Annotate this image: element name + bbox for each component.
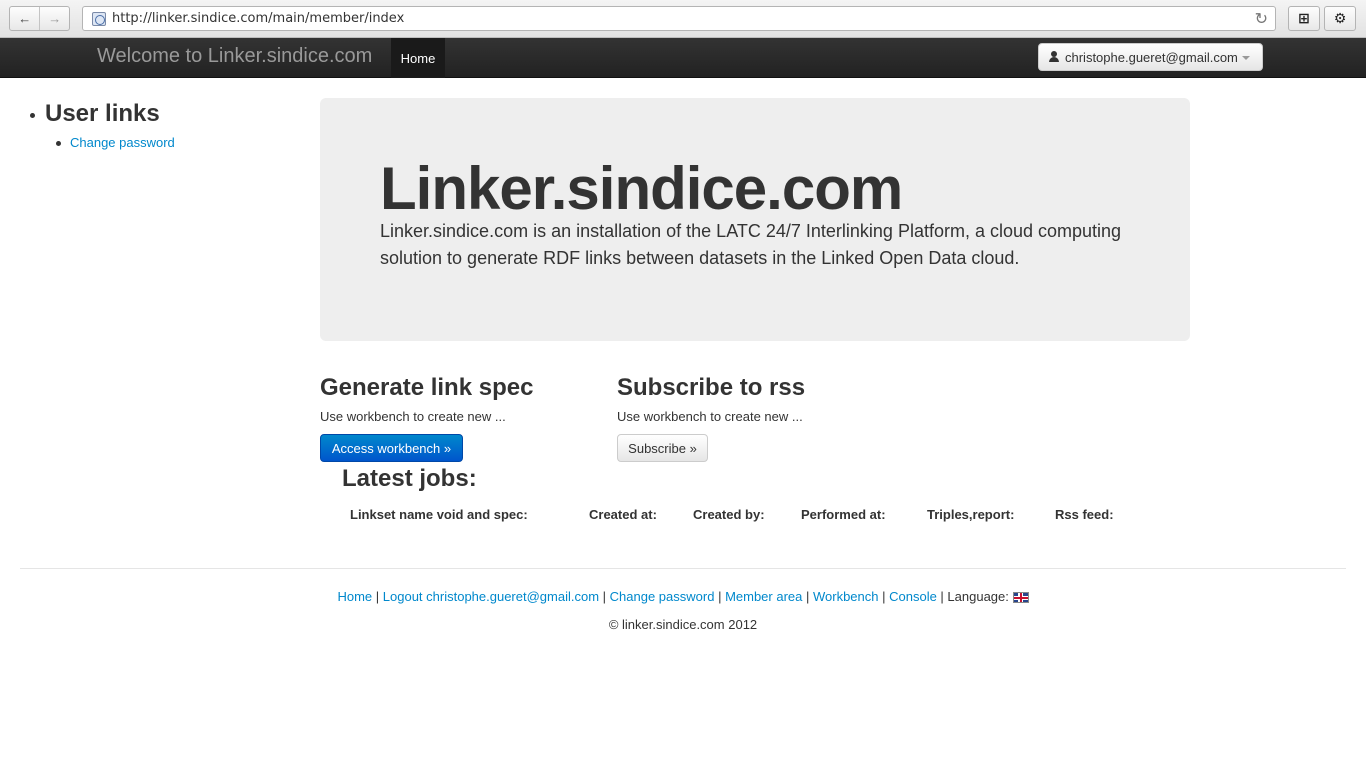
sidebar-item-change-password[interactable]: Change password	[56, 135, 175, 150]
separator: |	[878, 589, 890, 604]
separator: |	[714, 589, 726, 604]
separator: |	[936, 589, 948, 604]
table-header-performed-at: Performed at:	[801, 507, 886, 522]
section-title: Subscribe to rss	[617, 374, 806, 401]
separator: |	[372, 589, 383, 604]
new-tab-button[interactable]: ⊞	[1288, 6, 1320, 31]
user-email: christophe.gueret@gmail.com	[1065, 49, 1238, 65]
footer-link-change-password[interactable]: Change password	[610, 589, 715, 604]
address-bar[interactable]: http://linker.sindice.com/main/member/in…	[82, 6, 1276, 31]
user-menu-dropdown[interactable]: christophe.gueret@gmail.com	[1038, 43, 1263, 71]
hero-unit: Linker.sindice.com Linker.sindice.com is…	[320, 98, 1190, 341]
settings-button[interactable]: ⚙	[1324, 6, 1356, 31]
subscribe-button[interactable]: Subscribe »	[617, 434, 708, 462]
table-header-triples-report: Triples,report:	[927, 507, 1015, 522]
globe-icon	[92, 12, 106, 26]
separator: |	[802, 589, 813, 604]
access-workbench-button[interactable]: Access workbench »	[320, 434, 463, 462]
caret-down-icon	[1241, 56, 1250, 60]
table-header-linkset: Linkset name void and spec:	[350, 507, 528, 522]
table-header-created-at: Created at:	[589, 507, 657, 522]
footer-link-member-area[interactable]: Member area	[725, 589, 802, 604]
reload-icon[interactable]: ↻	[1255, 9, 1268, 29]
nav-home-link[interactable]: Home	[391, 38, 445, 78]
section-text: Use workbench to create new ...	[320, 409, 506, 424]
subscribe-rss-section: Subscribe to rss Use workbench to create…	[617, 374, 806, 462]
section-text: Use workbench to create new ...	[617, 409, 803, 424]
site-navbar: Welcome to Linker.sindice.com Home chris…	[0, 38, 1366, 78]
footer-link-console[interactable]: Console	[889, 589, 937, 604]
history-buttons: ← →	[9, 6, 70, 31]
gear-icon: ⚙	[1333, 10, 1347, 26]
uk-flag-icon[interactable]	[1012, 592, 1029, 603]
footer-divider	[20, 568, 1346, 569]
copyright: © linker.sindice.com 2012	[608, 617, 758, 632]
separator: |	[599, 589, 610, 604]
generate-link-spec-section: Generate link spec Use workbench to crea…	[320, 374, 534, 462]
sidebar: User links Change password	[30, 100, 175, 150]
forward-arrow-icon: →	[48, 11, 62, 26]
back-button[interactable]: ←	[10, 7, 39, 30]
footer-links: Home | Logout christophe.gueret@gmail.co…	[0, 589, 1366, 604]
user-icon	[1049, 51, 1059, 63]
footer-link-workbench[interactable]: Workbench	[813, 589, 879, 604]
url-text: http://linker.sindice.com/main/member/in…	[112, 11, 405, 26]
latest-jobs-title: Latest jobs:	[342, 465, 477, 492]
sidebar-title: User links	[30, 100, 160, 127]
hero-description: Linker.sindice.com is an installation of…	[380, 221, 1122, 268]
footer-link-logout[interactable]: Logout christophe.gueret@gmail.com	[383, 589, 599, 604]
back-arrow-icon: ←	[18, 11, 32, 26]
table-header-rss-feed: Rss feed:	[1055, 507, 1114, 522]
forward-button[interactable]: →	[39, 7, 69, 30]
section-title: Generate link spec	[320, 374, 534, 401]
language-label: Language:	[947, 589, 1009, 604]
footer-link-home[interactable]: Home	[337, 589, 372, 604]
table-header-created-by: Created by:	[693, 507, 765, 522]
new-tab-icon: ⊞	[1298, 10, 1310, 26]
hero-title: Linker.sindice.com	[380, 155, 903, 222]
brand-title[interactable]: Welcome to Linker.sindice.com	[97, 45, 372, 68]
browser-toolbar: ← → http://linker.sindice.com/main/membe…	[0, 0, 1366, 38]
